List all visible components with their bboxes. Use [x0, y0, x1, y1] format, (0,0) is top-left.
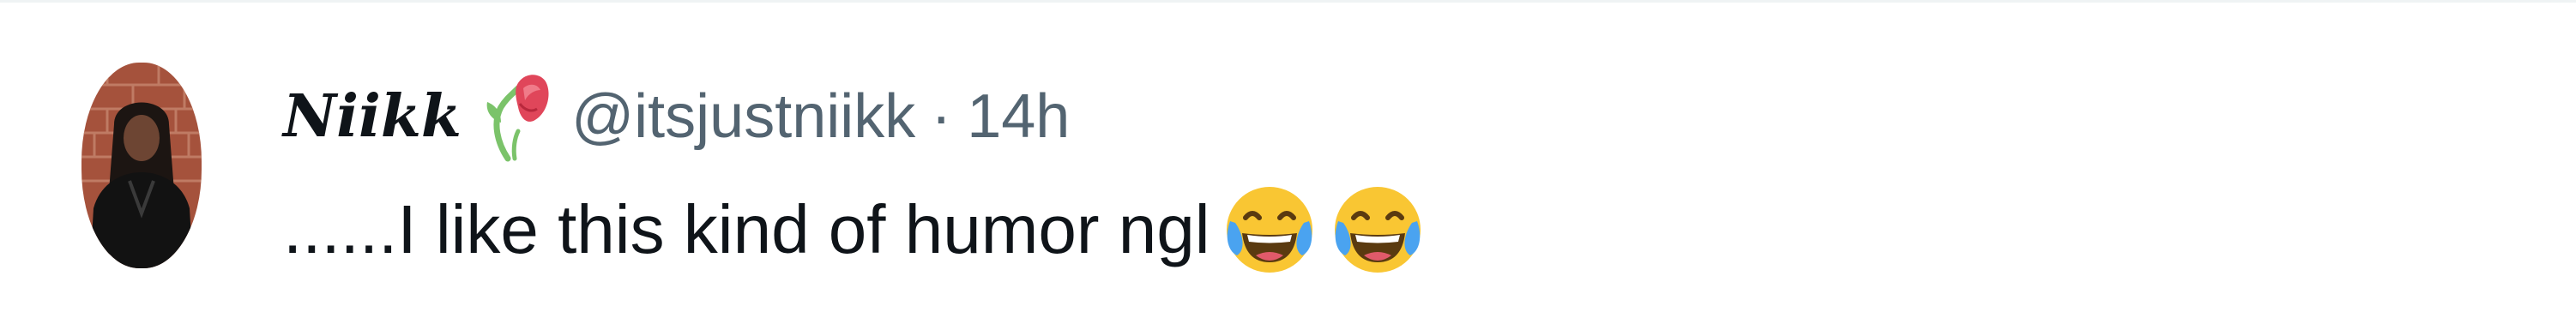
face-with-tears-of-joy-icon [1222, 182, 1318, 278]
tweet[interactable]: Niikk @itsjustniikk · 14h ......I like t… [0, 3, 2576, 324]
wilted-rose-icon [482, 69, 552, 164]
face-with-tears-of-joy-icon [1330, 182, 1426, 278]
separator-dot: · [931, 82, 952, 151]
tweet-text: ......I like this kind of humor ngl [283, 178, 1426, 281]
timestamp[interactable]: 14h [967, 81, 1070, 152]
avatar-photo [81, 63, 202, 268]
avatar[interactable] [81, 63, 202, 268]
display-name[interactable]: Niikk [283, 82, 462, 151]
tweet-body-text: ......I like this kind of humor ngl [283, 191, 1210, 267]
author-handle[interactable]: @itsjustniikk [571, 81, 915, 152]
tweet-header: Niikk @itsjustniikk · 14h [283, 69, 1070, 164]
